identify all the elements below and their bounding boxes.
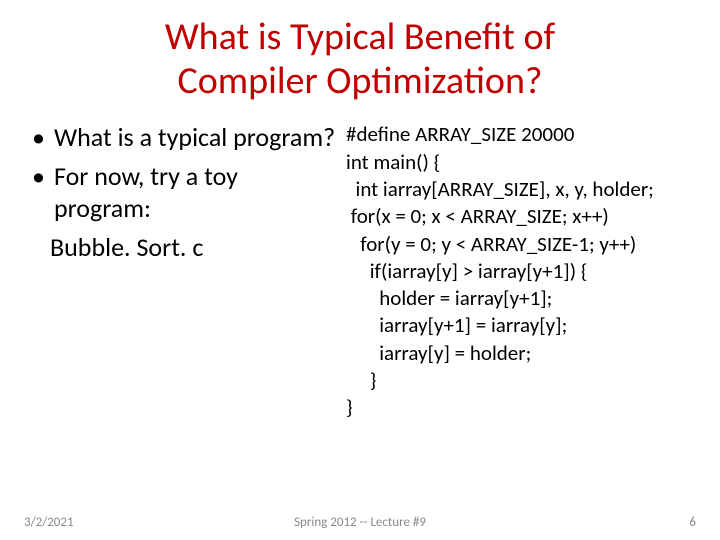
slide: What is Typical Benefit of Compiler Opti… <box>0 0 720 540</box>
left-column: What is a typical program? For now, try … <box>28 121 338 421</box>
code-line-11: } <box>346 394 353 420</box>
bullet-2: For now, try a toy program: <box>50 160 338 225</box>
code-line-5: for(y = 0; y < ARRAY_SIZE-1; y++) <box>346 231 636 257</box>
slide-title: What is Typical Benefit of Compiler Opti… <box>0 0 720 103</box>
code-line-9: iarray[y] = holder; <box>346 340 531 366</box>
code-line-6: if(iarray[y] > iarray[y+1]) { <box>346 258 587 284</box>
code-line-2: int main() { <box>346 149 440 175</box>
footer-page: 6 <box>689 515 696 530</box>
code-block: #define ARRAY_SIZE 20000 int main() { in… <box>338 121 702 421</box>
code-line-8: iarray[y+1] = iarray[y]; <box>346 312 567 338</box>
code-line-10: } <box>346 367 376 393</box>
footer-center: Spring 2012 -- Lecture #9 <box>0 515 720 530</box>
title-line-1: What is Typical Benefit of <box>165 14 555 60</box>
code-line-4: for(x = 0; x < ARRAY_SIZE; x++) <box>346 203 609 229</box>
code-line-3: int iarray[ARRAY_SIZE], x, y, holder; <box>346 176 654 202</box>
bullet-subline: Bubble. Sort. c <box>28 231 338 264</box>
bullet-1: What is a typical program? <box>50 121 338 154</box>
code-line-7: holder = iarray[y+1]; <box>346 285 552 311</box>
slide-body: What is a typical program? For now, try … <box>0 103 720 421</box>
title-line-2: Compiler Optimization? <box>177 58 542 104</box>
code-line-1: #define ARRAY_SIZE 20000 <box>346 121 574 147</box>
